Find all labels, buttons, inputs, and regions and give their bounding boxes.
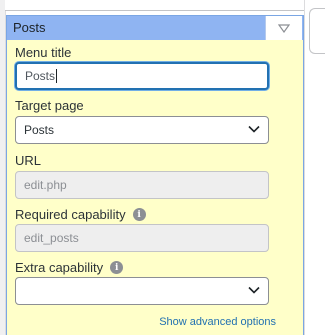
chevron-down-icon [248, 286, 260, 294]
side-handle[interactable] [309, 8, 325, 54]
url-value: edit.php [24, 178, 67, 192]
menu-item-editor-panel: Posts Menu title Posts Target page Posts… [6, 15, 304, 335]
show-advanced-options-link[interactable]: Show advanced options [159, 316, 276, 328]
menu-title-input[interactable]: Posts [15, 62, 269, 90]
menu-title-label: Menu title [15, 45, 71, 60]
extra-capability-label-text: Extra capability [15, 260, 104, 275]
url-label: URL [15, 153, 41, 168]
target-page-label: Target page [15, 98, 84, 113]
panel-header[interactable]: Posts [7, 16, 303, 40]
text-caret [56, 69, 58, 83]
triangle-down-icon [278, 23, 290, 33]
target-page-select[interactable]: Posts [15, 116, 269, 144]
extra-capability-label: Extra capability i [15, 260, 124, 275]
extra-capability-select[interactable] [15, 277, 269, 305]
required-capability-label: Required capability i [15, 207, 146, 222]
required-capability-value: edit_posts [24, 231, 79, 245]
required-capability-label-text: Required capability [15, 207, 126, 222]
chevron-down-icon [248, 125, 260, 133]
required-capability-input: edit_posts [15, 224, 269, 252]
column-divider [304, 0, 305, 335]
url-input: edit.php [15, 171, 269, 199]
info-icon[interactable]: i [132, 208, 146, 221]
previous-item-edge [5, 0, 304, 11]
info-icon[interactable]: i [110, 261, 124, 274]
url-label-text: URL [15, 153, 42, 168]
target-page-label-text: Target page [15, 98, 84, 113]
menu-title-value: Posts [25, 69, 56, 83]
target-page-value: Posts [24, 123, 55, 137]
menu-title-label-text: Menu title [15, 45, 72, 60]
panel-title: Posts [13, 20, 46, 35]
collapse-toggle-button[interactable] [265, 16, 302, 40]
